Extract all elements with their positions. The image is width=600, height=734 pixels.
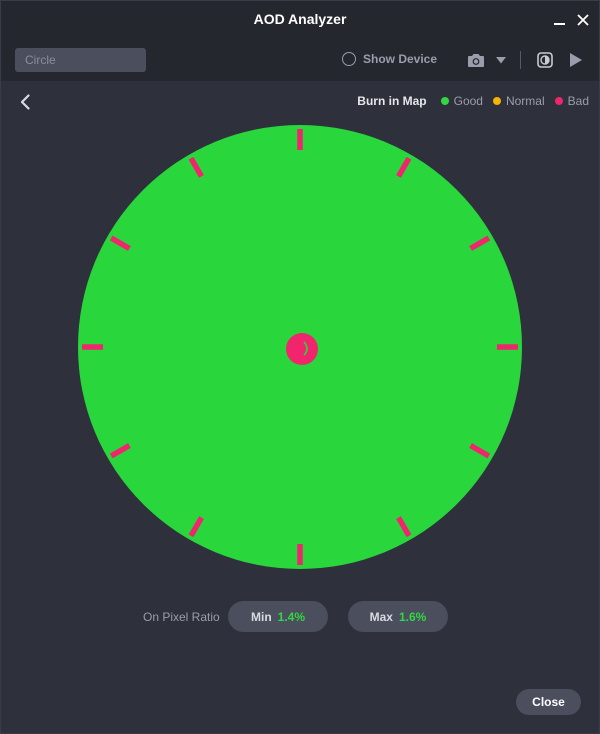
normal-dot-icon xyxy=(492,97,501,105)
chevron-down-icon xyxy=(496,56,506,63)
search-input[interactable] xyxy=(15,48,146,72)
legend-item-bad: Bad xyxy=(554,94,589,108)
max-label: Max xyxy=(369,609,393,624)
bad-dot-icon xyxy=(554,97,563,105)
pixel-ratio-label: On Pixel Ratio xyxy=(143,610,220,624)
play-icon xyxy=(570,53,582,67)
screenshot-dropdown[interactable] xyxy=(494,50,508,70)
show-device-label: Show Device xyxy=(363,52,438,66)
center-bad-spot xyxy=(286,333,318,365)
legend-label-normal: Normal xyxy=(505,94,545,108)
good-dot-icon xyxy=(440,97,449,105)
min-label: Min xyxy=(250,609,272,624)
burn-in-legend: Burn in Map Good Normal Bad xyxy=(357,94,589,108)
screenshot-button[interactable] xyxy=(466,50,486,70)
close-window-button[interactable] xyxy=(573,10,593,30)
contrast-icon xyxy=(537,52,553,68)
toolbar-divider xyxy=(520,51,521,69)
window-title: AOD Analyzer xyxy=(253,11,347,27)
burn-in-map xyxy=(78,125,522,569)
legend-label-bad: Bad xyxy=(567,94,589,108)
toolbar: Show Device xyxy=(1,39,599,81)
max-value: 1.6% xyxy=(398,609,427,624)
pixel-ratio-row: On Pixel Ratio Min 1.4% Max 1.6% xyxy=(1,601,599,633)
back-button[interactable] xyxy=(15,91,35,113)
minimize-button[interactable] xyxy=(549,10,569,30)
chevron-left-icon xyxy=(20,94,30,110)
legend-label-good: Good xyxy=(453,94,483,108)
legend-title: Burn in Map xyxy=(357,94,427,108)
camera-icon xyxy=(468,54,484,67)
min-ratio-badge: Min 1.4% xyxy=(228,601,328,632)
show-device-toggle[interactable]: Show Device xyxy=(342,52,437,66)
close-icon xyxy=(577,14,589,26)
legend-item-normal: Normal xyxy=(492,94,545,108)
title-bar: AOD Analyzer xyxy=(1,1,599,39)
legend-item-good: Good xyxy=(440,94,483,108)
contrast-toggle-button[interactable] xyxy=(535,50,555,70)
close-button[interactable]: Close xyxy=(516,689,581,715)
minimize-icon xyxy=(553,23,565,25)
show-device-radio[interactable] xyxy=(342,52,356,66)
max-ratio-badge: Max 1.6% xyxy=(348,601,448,632)
aod-analyzer-window: AOD Analyzer Show Device xyxy=(0,0,600,734)
min-value: 1.4% xyxy=(277,609,306,624)
play-button[interactable] xyxy=(567,50,585,70)
